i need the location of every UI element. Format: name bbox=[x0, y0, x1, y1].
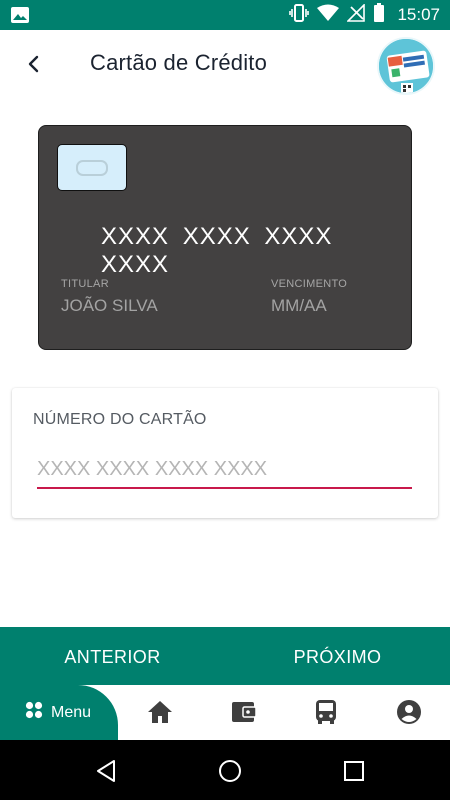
card-expiry-value: MM/AA bbox=[271, 296, 327, 315]
vibrate-icon bbox=[289, 3, 310, 27]
no-signal-icon bbox=[346, 2, 366, 27]
menu-grid-icon bbox=[25, 701, 43, 724]
bottom-tab-bar: Menu bbox=[0, 685, 450, 740]
credit-card-preview: XXXX XXXX XXXX XXXX TITULAR JOÃO SILVA V… bbox=[38, 125, 412, 350]
home-circle-icon[interactable] bbox=[218, 759, 242, 783]
recents-square-icon[interactable] bbox=[342, 759, 366, 783]
next-button[interactable]: PRÓXIMO bbox=[225, 627, 450, 685]
clock: 15:07 bbox=[397, 5, 440, 24]
card-chip bbox=[57, 144, 127, 191]
card-holder-value: JOÃO SILVA bbox=[61, 296, 158, 315]
menu-label: Menu bbox=[51, 703, 92, 721]
card-number-preview: XXXX XXXX XXXX XXXX bbox=[101, 223, 333, 278]
account-icon[interactable] bbox=[395, 698, 423, 726]
chevron-left-icon bbox=[27, 55, 41, 78]
android-nav-bar bbox=[0, 740, 450, 800]
home-icon[interactable] bbox=[146, 698, 174, 726]
card-number-input[interactable] bbox=[37, 455, 412, 489]
card-holder-label: TITULAR bbox=[61, 278, 109, 290]
wizard-actions: ANTERIOR PRÓXIMO bbox=[0, 627, 450, 685]
image-icon bbox=[10, 6, 30, 24]
battery-icon bbox=[373, 2, 385, 28]
card-number-label: NÚMERO DO CARTÃO bbox=[33, 411, 207, 428]
header: Cartão de Crédito bbox=[0, 30, 450, 102]
card-number-form: NÚMERO DO CARTÃO bbox=[12, 388, 438, 518]
back-button[interactable] bbox=[18, 52, 50, 80]
bus-icon[interactable] bbox=[312, 698, 340, 726]
status-bar: 15:07 bbox=[0, 0, 450, 30]
page-title: Cartão de Crédito bbox=[90, 50, 268, 75]
menu-button[interactable]: Menu bbox=[0, 685, 118, 740]
previous-button[interactable]: ANTERIOR bbox=[0, 627, 225, 685]
back-triangle-icon[interactable] bbox=[94, 759, 118, 783]
wifi-icon bbox=[317, 4, 340, 27]
bilhete-unico-logo[interactable] bbox=[377, 37, 435, 95]
card-expiry-label: VENCIMENTO bbox=[271, 278, 348, 290]
wallet-icon[interactable] bbox=[230, 698, 258, 726]
